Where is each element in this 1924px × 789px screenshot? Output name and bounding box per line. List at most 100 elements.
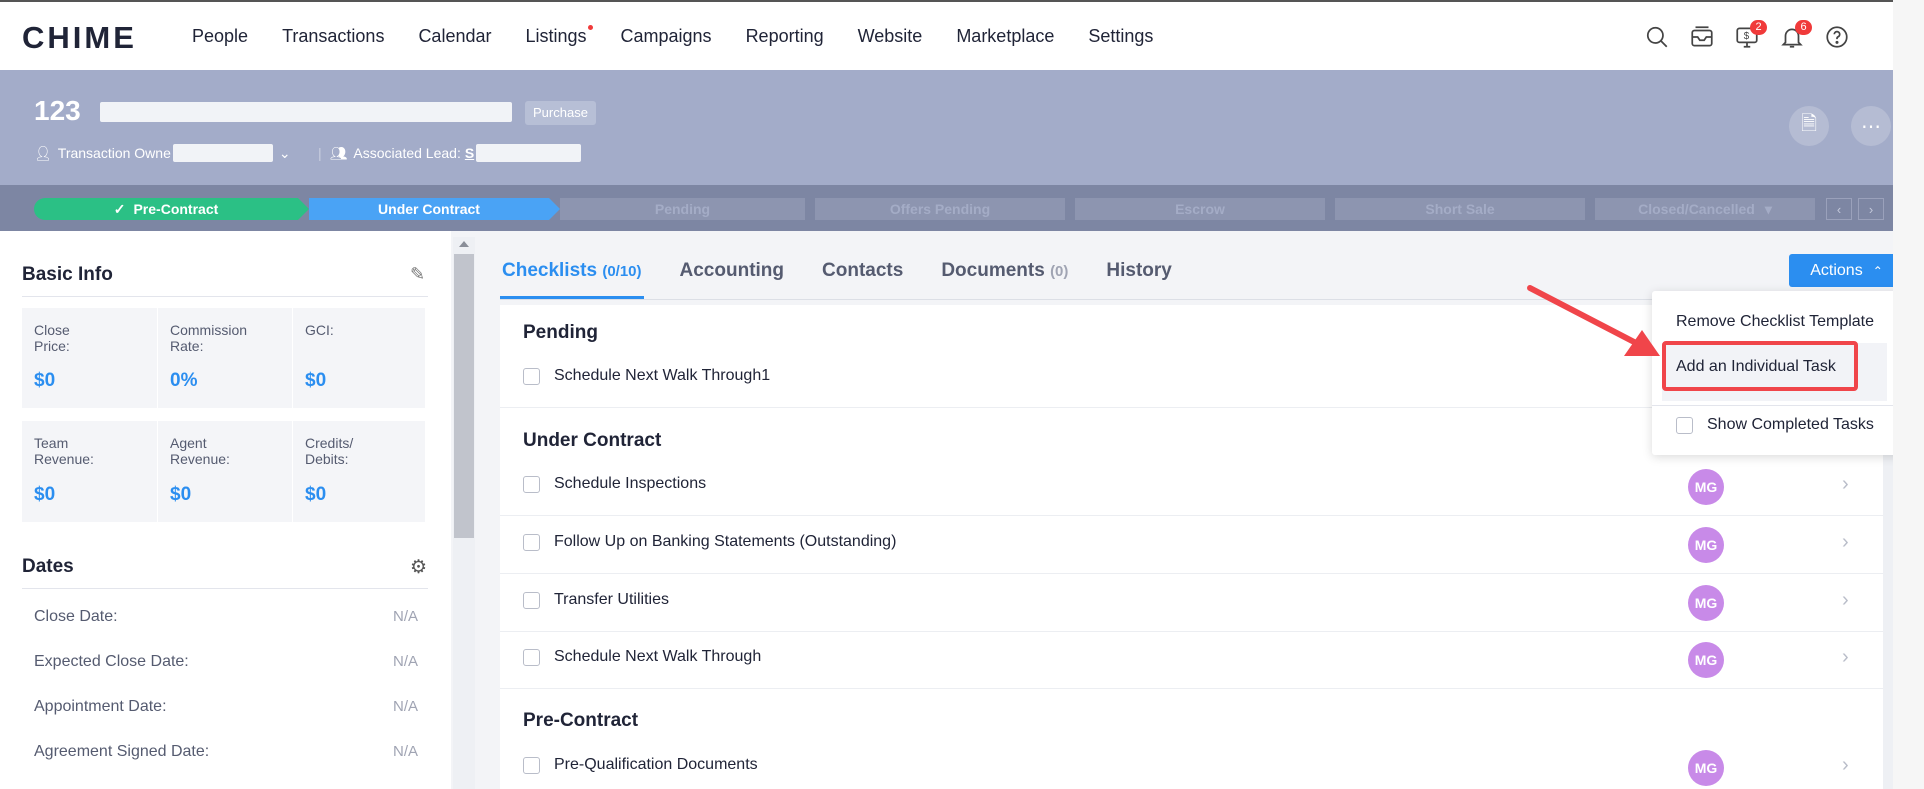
tab-count: (0/10) [602, 263, 642, 280]
sidebar-scrollbar[interactable] [453, 237, 475, 789]
task-checkbox[interactable] [523, 591, 540, 609]
stage-pre-contract[interactable]: ✓ Pre-Contract [34, 198, 298, 220]
menu-item-remove-checklist-template[interactable]: Remove Checklist Template [1676, 313, 1874, 331]
gear-icon[interactable]: ⚙︎ [410, 556, 427, 579]
scroll-up-arrow[interactable] [459, 241, 469, 247]
chevron-right-icon[interactable]: › [1842, 531, 1849, 554]
commission-rate-value: 0% [170, 370, 198, 391]
team-revenue-label: Team Revenue: [34, 435, 94, 467]
commission-rate-cell: Commission Rate: 0% [157, 308, 292, 408]
tab-contacts[interactable]: Contacts [820, 255, 905, 299]
nav-website[interactable]: Website [858, 26, 923, 47]
financials-row-1: Close Price: $0 Commission Rate: 0% GCI:… [22, 308, 425, 408]
messages-icon[interactable]: $ 2 [1734, 20, 1779, 52]
stage-next-button[interactable]: › [1858, 198, 1884, 220]
chevron-right-icon[interactable]: › [1842, 589, 1849, 612]
inbox-icon[interactable] [1689, 24, 1734, 52]
search-icon[interactable] [1644, 24, 1689, 52]
assignee-avatar[interactable]: MG [1688, 750, 1724, 786]
chevron-up-icon: ⌃ [1872, 263, 1883, 278]
chevron-right-icon[interactable]: › [1842, 473, 1849, 496]
stage-prev-button[interactable]: ‹ [1826, 198, 1852, 220]
help-icon[interactable] [1824, 24, 1869, 52]
stage-closed-cancelled[interactable]: Closed/Cancelled ▾ [1595, 198, 1815, 220]
task-checkbox[interactable] [523, 648, 540, 666]
tab-label: History [1106, 260, 1172, 281]
stage-escrow[interactable]: Escrow [1075, 198, 1325, 220]
nav-campaigns[interactable]: Campaigns [621, 26, 712, 47]
more-icon[interactable]: ⋯ [1851, 106, 1891, 146]
menu-divider [1652, 405, 1904, 406]
stage-offers-pending[interactable]: Offers Pending [815, 198, 1065, 220]
edit-icon[interactable]: ✎ [410, 264, 425, 285]
actions-label: Actions [1810, 261, 1863, 279]
task-checkbox[interactable] [523, 475, 540, 493]
task-row[interactable]: Pre-Qualification Documents [523, 756, 1883, 774]
team-revenue-value: $0 [34, 484, 56, 505]
tab-documents[interactable]: Documents (0) [939, 255, 1070, 299]
stage-label: Closed/Cancelled [1638, 201, 1755, 217]
lead-value[interactable]: S [465, 145, 474, 161]
chevron-down-icon: ⌄ [278, 144, 291, 161]
team-revenue-cell: Team Revenue: $0 [22, 421, 157, 522]
close-price-label: Close Price: [34, 322, 70, 354]
lead-label: Associated Lead: [353, 145, 461, 161]
task-checkbox[interactable] [523, 533, 540, 551]
nav-people[interactable]: People [192, 26, 248, 47]
show-completed-checkbox[interactable] [1676, 416, 1693, 434]
tab-history[interactable]: History [1104, 255, 1173, 299]
assignee-avatar[interactable]: MG [1688, 527, 1724, 563]
new-dot-indicator [587, 25, 593, 30]
stage-under-contract[interactable]: Under Contract [309, 198, 549, 220]
assignee-avatar[interactable]: MG [1688, 469, 1724, 505]
chevron-right-icon[interactable]: › [1842, 646, 1849, 669]
close-date-value: N/A [392, 608, 418, 625]
task-row[interactable]: Follow Up on Banking Statements (Outstan… [523, 533, 1883, 551]
close-date-row[interactable]: Close Date: N/A [34, 608, 418, 626]
gci-label: GCI: [305, 322, 334, 338]
credits-debits-value: $0 [305, 484, 327, 505]
associated-lead[interactable]: | 👥︎ Associated Lead: S [318, 144, 582, 162]
task-row[interactable]: Schedule Inspections [523, 475, 1883, 493]
info-sidebar: Basic Info ✎ Close Price: $0 Commission … [0, 231, 451, 789]
task-checkbox[interactable] [523, 756, 540, 774]
nav-marketplace[interactable]: Marketplace [956, 26, 1054, 47]
appointment-date-row[interactable]: Appointment Date: N/A [34, 698, 418, 716]
tab-checklists[interactable]: Checklists (0/10) [500, 255, 644, 299]
group-title-under-contract: Under Contract [523, 430, 662, 451]
stage-pending[interactable]: Pending [560, 198, 805, 220]
task-name: Schedule Next Walk Through [554, 648, 762, 665]
agreement-signed-date-row[interactable]: Agreement Signed Date: N/A [34, 743, 418, 761]
menu-item-show-completed-tasks[interactable]: Show Completed Tasks [1676, 416, 1874, 434]
transaction-owner[interactable]: 👤︎ Transaction Owne ⌄ [34, 144, 291, 162]
nav-settings[interactable]: Settings [1088, 26, 1153, 47]
gci-value: $0 [305, 370, 327, 391]
assignee-avatar[interactable]: MG [1688, 642, 1724, 678]
user-icon: 👤︎ [34, 144, 52, 161]
appointment-date-value: N/A [392, 698, 418, 715]
document-icon[interactable]: 🗎︎ [1789, 106, 1829, 146]
bell-icon[interactable]: 6 [1779, 20, 1824, 52]
redacted-address [100, 102, 512, 122]
top-navigation: CHIME People Transactions Calendar Listi… [0, 0, 1924, 70]
actions-button[interactable]: Actions ⌃ [1789, 254, 1904, 287]
expected-close-date-value: N/A [392, 653, 418, 670]
assignee-avatar[interactable]: MG [1688, 585, 1724, 621]
task-row[interactable]: Transfer Utilities [523, 591, 1883, 609]
show-completed-label: Show Completed Tasks [1707, 416, 1874, 433]
nav-transactions[interactable]: Transactions [282, 26, 384, 47]
scroll-thumb[interactable] [454, 254, 474, 538]
stage-short-sale[interactable]: Short Sale [1335, 198, 1585, 220]
task-row[interactable]: Schedule Next Walk Through [523, 648, 1883, 666]
tab-accounting[interactable]: Accounting [678, 255, 787, 299]
chime-logo[interactable]: CHIME [22, 20, 137, 56]
close-date-label: Close Date: [34, 608, 118, 625]
nav-reporting[interactable]: Reporting [746, 26, 824, 47]
window-edge [1893, 0, 1924, 789]
expected-close-date-row[interactable]: Expected Close Date: N/A [34, 653, 418, 671]
nav-listings[interactable]: Listings [525, 25, 593, 47]
commission-rate-label: Commission Rate: [170, 322, 248, 354]
chevron-right-icon[interactable]: › [1842, 754, 1849, 777]
nav-calendar[interactable]: Calendar [418, 26, 491, 47]
task-checkbox[interactable] [523, 367, 540, 385]
